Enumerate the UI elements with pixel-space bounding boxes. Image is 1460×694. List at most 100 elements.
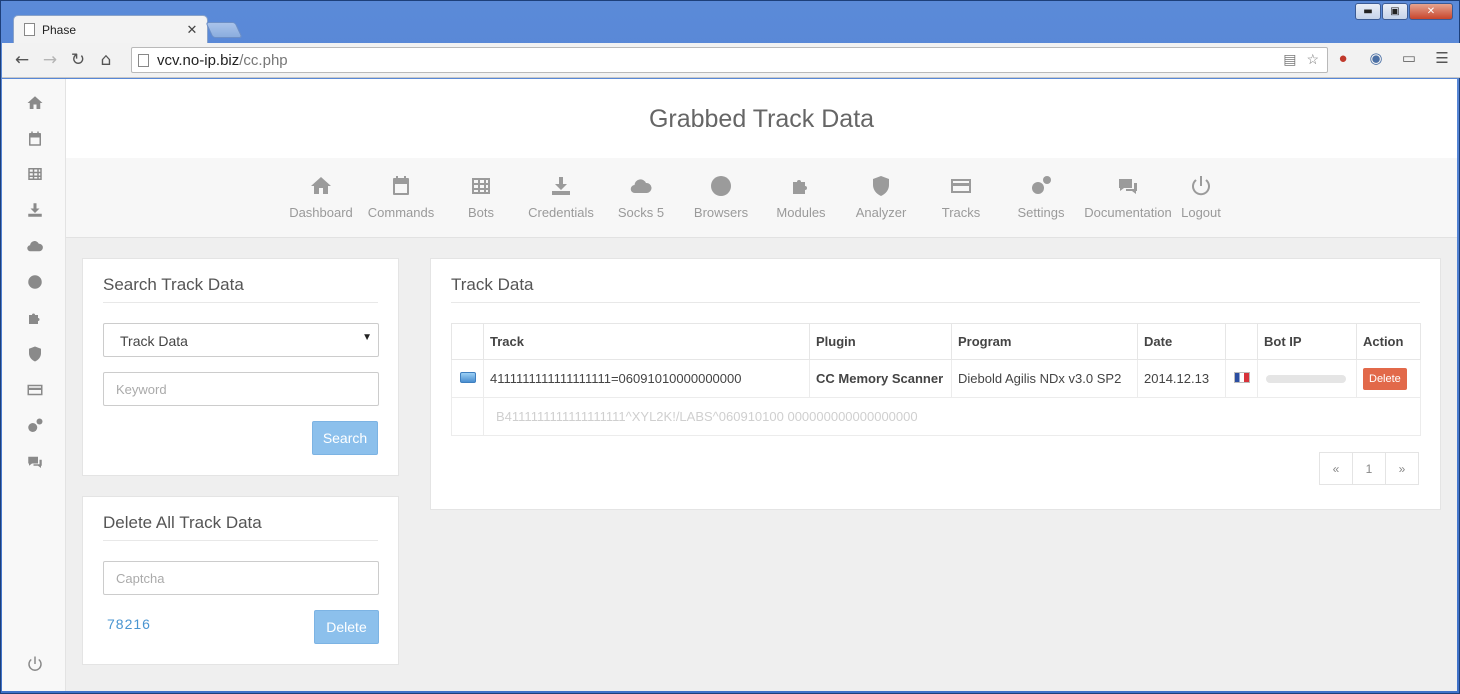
home-button-icon[interactable]: ⌂: [92, 46, 120, 74]
nav-label: Dashboard: [289, 205, 353, 220]
plugin-cell: CC Memory Scanner: [809, 359, 952, 398]
nav-label: Bots: [467, 205, 494, 220]
forward-arrow-icon[interactable]: →: [36, 46, 64, 74]
nav-bots[interactable]: Bots: [436, 174, 526, 222]
nav-logout[interactable]: Logout: [1156, 174, 1246, 222]
comments-icon: [1119, 179, 1137, 194]
globe-icon: [711, 176, 731, 196]
extension-cookie-icon[interactable]: ●: [1332, 47, 1354, 69]
bookmark-star-icon[interactable]: ☆: [1306, 51, 1319, 68]
date-cell: 2014.12.13: [1137, 359, 1226, 398]
sidebar-calendar-icon[interactable]: [24, 128, 46, 150]
raw-track-cell: B4111111111111111111^XYL2K!/LABS^0609101…: [483, 397, 1421, 436]
delete-panel: Delete All Track Data 78216 Delete: [82, 496, 399, 665]
nav-label: Commands: [367, 205, 435, 220]
search-button[interactable]: Search: [312, 421, 378, 455]
sidebar-shield-icon[interactable]: [24, 343, 46, 365]
redacted-ip: [1266, 375, 1346, 383]
nav-socks5[interactable]: Socks 5: [596, 174, 686, 222]
page-info-icon: [138, 53, 149, 67]
new-tab-button[interactable]: [205, 22, 243, 38]
sidebar-cloud-icon[interactable]: [24, 235, 46, 257]
column-header-icon: [451, 323, 484, 360]
top-navigation: Dashboard Commands Bots Credentials Sock…: [66, 158, 1457, 238]
extension-globe-icon[interactable]: ◉: [1365, 47, 1387, 69]
page-icon: [24, 23, 35, 36]
nav-label: Credentials: [528, 205, 594, 220]
page-header: Grabbed Track Data: [66, 79, 1457, 158]
sidebar-gears-icon[interactable]: [24, 415, 46, 437]
france-flag-icon: [1234, 372, 1250, 383]
download-icon: [552, 177, 570, 195]
delete-all-button[interactable]: Delete: [314, 610, 379, 644]
captcha-code: 78216: [107, 616, 151, 632]
column-header-track: Track: [483, 323, 810, 360]
cast-icon[interactable]: ▭: [1398, 47, 1420, 69]
maximize-button[interactable]: ▣: [1382, 3, 1408, 20]
pagination: « 1 »: [1319, 452, 1419, 485]
chrome-menu-icon[interactable]: ☰: [1431, 47, 1453, 69]
reload-icon[interactable]: ↻: [64, 46, 92, 74]
grid-icon: [472, 178, 490, 194]
pagination-prev[interactable]: «: [1319, 452, 1353, 485]
track-data-panel: Track Data Track Plugin Program Date Bot…: [430, 258, 1441, 510]
delete-panel-title: Delete All Track Data: [103, 513, 262, 532]
nav-analyzer[interactable]: Analyzer: [836, 174, 926, 222]
calendar-icon: [393, 176, 409, 195]
puzzle-icon: [793, 180, 807, 194]
nav-credentials[interactable]: Credentials: [516, 174, 606, 222]
flag-cell: [1225, 359, 1258, 398]
address-bar[interactable]: vcv.no-ip.biz/cc.php ▤ ☆: [131, 47, 1328, 73]
tab-close-icon[interactable]: ✕: [183, 22, 201, 38]
sidebar-comments-icon[interactable]: [24, 451, 46, 473]
sidebar-globe-icon[interactable]: [24, 271, 46, 293]
nav-label: Tracks: [941, 205, 981, 220]
nav-commands[interactable]: Commands: [356, 174, 446, 222]
column-header-date: Date: [1137, 323, 1226, 360]
captcha-input[interactable]: [103, 561, 379, 595]
program-cell: Diebold Agilis NDx v3.0 SP2: [951, 359, 1138, 398]
table-row: 4111111111111111111=06091010000000000 CC…: [451, 359, 1421, 398]
tab-title: Phase: [42, 22, 77, 37]
nav-label: Modules: [776, 205, 826, 220]
power-icon: [1192, 176, 1210, 196]
sidebar-power-icon[interactable]: [24, 653, 46, 675]
action-cell: Delete: [1356, 359, 1421, 398]
nav-tracks[interactable]: Tracks: [916, 174, 1006, 222]
track-table: Track Plugin Program Date Bot IP Action …: [451, 323, 1421, 436]
sidebar-credit-card-icon[interactable]: [24, 379, 46, 401]
sidebar-puzzle-icon[interactable]: [24, 307, 46, 329]
sidebar-home-icon[interactable]: [24, 92, 46, 114]
nav-modules[interactable]: Modules: [756, 174, 846, 222]
minimize-button[interactable]: ▬: [1355, 3, 1381, 20]
sidebar-grid-icon[interactable]: [24, 163, 46, 185]
bot-ip-cell: [1257, 359, 1357, 398]
nav-browsers[interactable]: Browsers: [676, 174, 766, 222]
sidebar: [2, 79, 66, 691]
pagination-page-1[interactable]: 1: [1352, 452, 1386, 485]
nav-settings[interactable]: Settings: [996, 174, 1086, 222]
nav-dashboard[interactable]: Dashboard: [276, 174, 366, 222]
browser-tab[interactable]: Phase ✕: [13, 15, 208, 43]
table-row-detail: B4111111111111111111^XYL2K!/LABS^0609101…: [451, 397, 1421, 436]
sidebar-download-icon[interactable]: [24, 199, 46, 221]
keyword-input[interactable]: [103, 372, 379, 406]
caret-down-icon: ▼: [362, 332, 372, 343]
divider: [451, 302, 1420, 303]
home-icon: [311, 177, 331, 194]
back-arrow-icon[interactable]: ←: [8, 46, 36, 74]
shield-icon: [873, 176, 889, 196]
search-panel: Search Track Data Track Data ▼ Search: [82, 258, 399, 476]
column-header-flag: [1225, 323, 1258, 360]
window-controls: ▬ ▣ ✕: [1355, 3, 1453, 20]
empty-cell: [451, 397, 484, 436]
close-window-button[interactable]: ✕: [1409, 3, 1453, 20]
pagination-next[interactable]: »: [1385, 452, 1419, 485]
nav-label: Settings: [1017, 205, 1065, 220]
translate-icon[interactable]: ▤: [1283, 51, 1296, 68]
delete-row-button[interactable]: Delete: [1363, 367, 1407, 390]
page-content: Grabbed Track Data Dashboard Commands Bo…: [2, 79, 1457, 691]
search-type-select[interactable]: Track Data ▼: [103, 323, 379, 357]
nav-label: Logout: [1181, 205, 1221, 220]
column-header-action: Action: [1356, 323, 1421, 360]
